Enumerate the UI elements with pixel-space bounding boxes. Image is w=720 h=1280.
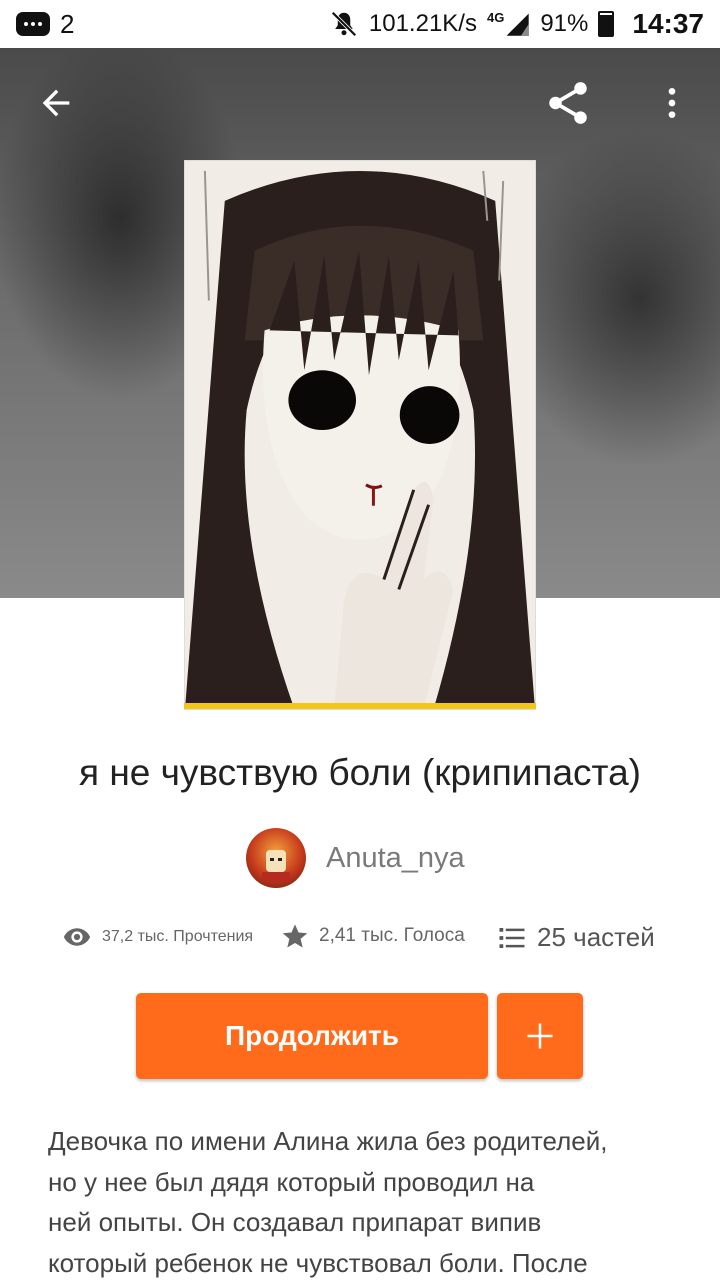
- votes-stat: 2,41 тыс. Голоса: [281, 922, 465, 950]
- cover-underline: [184, 703, 536, 709]
- plus-icon: [527, 1023, 553, 1049]
- story-description: Девочка по имени Алина жила без родителе…: [48, 1121, 678, 1280]
- description-line: но у нее был дядя который проводил на: [48, 1166, 535, 1197]
- message-icon: [16, 12, 50, 36]
- network-type: 4G: [486, 10, 505, 25]
- author-link[interactable]: Anuta_nya: [246, 828, 465, 888]
- bell-off-icon: [331, 11, 357, 37]
- author-avatar[interactable]: [246, 828, 306, 888]
- story-title: я не чувствую боли (крипипаста): [79, 752, 641, 793]
- continue-reading-button[interactable]: Продолжить: [136, 993, 488, 1079]
- star-icon: [282, 924, 308, 948]
- parts-count: 25 частей: [537, 922, 655, 952]
- more-options-button[interactable]: [644, 75, 700, 131]
- network-speed: 101.21K/s: [368, 10, 477, 37]
- back-button[interactable]: [28, 75, 84, 131]
- reads-count: 37,2 тыс. Прочтения: [102, 928, 254, 945]
- battery-percent: 91%: [540, 10, 589, 37]
- description-line: ней опыты. Он создавал припарат випив: [48, 1207, 542, 1237]
- description-line: Девочка по имени Алина жила без родителе…: [48, 1126, 608, 1156]
- battery-icon: [598, 11, 615, 37]
- list-icon: [499, 927, 525, 948]
- story-cover-image[interactable]: [184, 160, 536, 710]
- add-to-library-button[interactable]: [497, 993, 583, 1079]
- notification-count: 2: [60, 8, 75, 39]
- status-bar: 2 101.21K/s 4G 91% 14:37: [0, 0, 720, 48]
- clock: 14:37: [632, 8, 704, 39]
- story-stats: 37,2 тыс. Прочтения 2,41 тыс. Голоса 25 …: [0, 922, 720, 962]
- more-vertical-icon: [668, 88, 676, 118]
- description-line: который ребенок не чувствовал боли. Посл…: [48, 1247, 588, 1278]
- share-icon: [549, 82, 587, 124]
- back-arrow-icon: [42, 89, 70, 117]
- votes-count: 2,41 тыс. Голоса: [319, 925, 465, 946]
- author-name[interactable]: Anuta_nya: [326, 842, 465, 875]
- parts-stat[interactable]: 25 частей: [497, 922, 655, 953]
- cover-illustration: [185, 161, 535, 709]
- reads-stat: 37,2 тыс. Прочтения: [62, 922, 253, 952]
- share-button[interactable]: [540, 75, 596, 131]
- avatar-image: [262, 850, 290, 882]
- signal-icon: [506, 13, 530, 36]
- eye-icon: [63, 928, 91, 946]
